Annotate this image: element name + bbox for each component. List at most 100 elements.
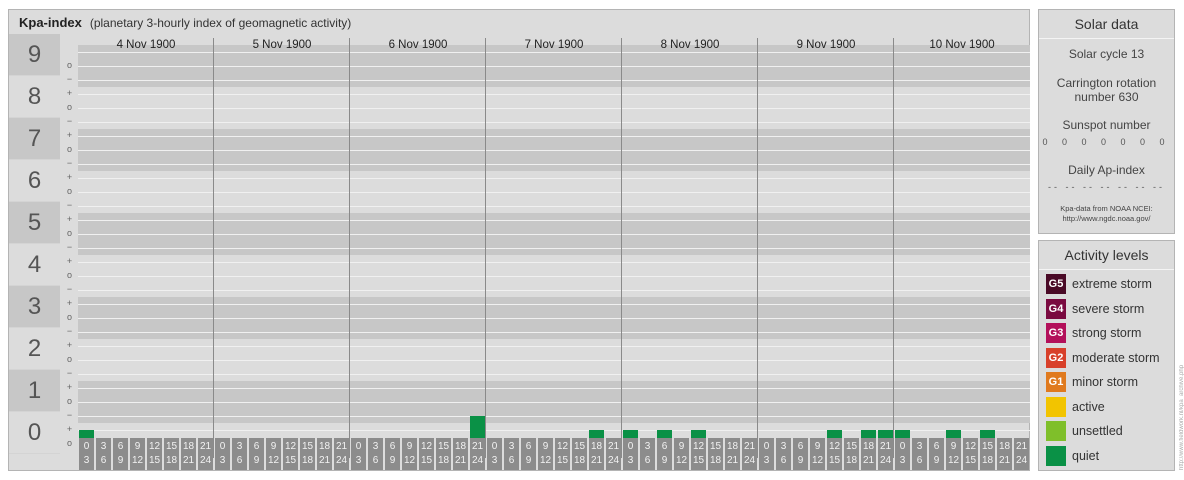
- time-interval-label: 15 18: [844, 438, 859, 470]
- time-interval-label: 69: [929, 438, 944, 470]
- interval-start: 15: [845, 441, 858, 452]
- interval-end: 15: [692, 455, 705, 466]
- interval-start: 21: [335, 441, 348, 452]
- interval-end: 6: [916, 455, 923, 466]
- interval-start: 6: [253, 441, 260, 452]
- grid-line: [78, 122, 1030, 123]
- time-interval-label: 12 15: [691, 438, 706, 470]
- time-interval-label: 69: [793, 438, 808, 470]
- interval-start: 12: [556, 441, 569, 452]
- time-interval-label: 9 12: [674, 438, 689, 470]
- activity-level-label: strong storm: [1072, 326, 1142, 340]
- grid-line: [78, 276, 1030, 277]
- interval-end: 9: [661, 455, 668, 466]
- kp-sublevel-label: +: [66, 298, 73, 308]
- interval-start: 3: [236, 441, 243, 452]
- time-interval-label: 03: [79, 438, 94, 470]
- grid-line: [78, 220, 1030, 221]
- time-interval-label: 03: [351, 438, 366, 470]
- time-interval-label: 12 15: [827, 438, 842, 470]
- interval-end: 6: [508, 455, 515, 466]
- activity-level-label: minor storm: [1072, 375, 1138, 389]
- interval-end: 12: [131, 455, 144, 466]
- kp-sublevel-label: −: [66, 326, 73, 336]
- activity-level-swatch: [1046, 421, 1066, 441]
- time-interval-label: 36: [912, 438, 927, 470]
- interval-end: 15: [420, 455, 433, 466]
- interval-end: 12: [947, 455, 960, 466]
- time-interval-label: 12 15: [283, 438, 298, 470]
- time-interval-label: 12 15: [555, 438, 570, 470]
- interval-end: 3: [899, 455, 906, 466]
- kp-level-4: 4: [9, 244, 60, 286]
- interval-end: 15: [964, 455, 977, 466]
- interval-start: 9: [950, 441, 957, 452]
- time-interval-label: 36: [504, 438, 519, 470]
- interval-end: 12: [811, 455, 824, 466]
- time-interval-label: 18 21: [181, 438, 196, 470]
- interval-start: 9: [814, 441, 821, 452]
- interval-end: 9: [525, 455, 532, 466]
- time-interval-label: 12 15: [147, 438, 162, 470]
- carrington-rotation-label: Carrington rotation: [1056, 76, 1157, 90]
- interval-start: 6: [933, 441, 940, 452]
- interval-start: 0: [491, 441, 498, 452]
- time-interval-label: 15 18: [980, 438, 995, 470]
- interval-start: 6: [117, 441, 124, 452]
- interval-start: 9: [678, 441, 685, 452]
- grid-line: [78, 206, 1030, 207]
- time-interval-label: 36: [368, 438, 383, 470]
- data-source-url[interactable]: http://www.ngdc.noaa.gov/: [1039, 214, 1174, 224]
- interval-start: 18: [454, 441, 467, 452]
- grid-line: [78, 388, 1030, 389]
- grid-line: [78, 360, 1030, 361]
- interval-end: 3: [763, 455, 770, 466]
- interval-start: 21: [471, 441, 484, 452]
- kp-sublevel-label: −: [66, 116, 73, 126]
- day-header: 6 Nov 1900: [388, 39, 448, 51]
- kp-sublevel-label: +: [66, 340, 73, 350]
- interval-end: 9: [797, 455, 804, 466]
- day-header: 7 Nov 1900: [524, 39, 584, 51]
- time-interval-label: 36: [776, 438, 791, 470]
- interval-end: 24: [1015, 455, 1028, 466]
- grid-line: [78, 164, 1030, 165]
- interval-start: 15: [301, 441, 314, 452]
- kp-sublevel-label: +: [66, 88, 73, 98]
- day-separator: [349, 38, 350, 458]
- interval-end: 3: [627, 455, 634, 466]
- kp-sublevel-label: +: [66, 214, 73, 224]
- time-interval-label: 12 15: [419, 438, 434, 470]
- day-header: 10 Nov 1900: [929, 39, 995, 51]
- interval-end: 18: [301, 455, 314, 466]
- time-interval-label: 21 24: [334, 438, 349, 470]
- grid-line: [78, 234, 1030, 235]
- time-interval-label: 9 12: [402, 438, 417, 470]
- time-interval-label: 03: [215, 438, 230, 470]
- time-interval-label: 21 24: [742, 438, 757, 470]
- time-interval-label: 36: [96, 438, 111, 470]
- interval-end: 3: [491, 455, 498, 466]
- time-interval-label: 03: [759, 438, 774, 470]
- interval-end: 9: [389, 455, 396, 466]
- kp-sublevel-label: −: [66, 284, 73, 294]
- interval-start: 9: [542, 441, 549, 452]
- kp-sublevel-label: o: [66, 396, 72, 406]
- kp-sublevel-label: +: [66, 172, 73, 182]
- activity-level-item: G3 strong storm: [1046, 323, 1141, 343]
- interval-start: 15: [573, 441, 586, 452]
- interval-start: 18: [590, 441, 603, 452]
- grid-line: [78, 248, 1030, 249]
- interval-end: 24: [743, 455, 756, 466]
- time-interval-label: 18 21: [725, 438, 740, 470]
- interval-end: 21: [862, 455, 875, 466]
- activity-level-item: quiet: [1046, 445, 1099, 466]
- interval-end: 15: [828, 455, 841, 466]
- activity-level-label: severe storm: [1072, 301, 1145, 316]
- chart-subtitle: (planetary 3-hourly index of geomagnetic…: [89, 16, 352, 30]
- activity-level-swatch: G3: [1046, 323, 1066, 343]
- activity-level-item: active: [1046, 396, 1105, 417]
- interval-end: 6: [100, 455, 107, 466]
- interval-start: 3: [100, 441, 107, 452]
- chart-title: Kpa-index (planetary 3-hourly index of ge…: [19, 15, 351, 30]
